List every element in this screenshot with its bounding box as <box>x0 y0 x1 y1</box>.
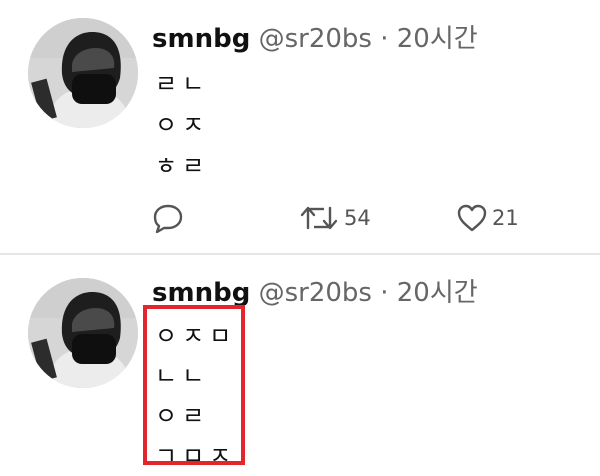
tweet-text-line: ㅇㅈ <box>155 111 210 139</box>
avatar-image <box>28 278 138 388</box>
retweet-count: 54 <box>344 206 371 230</box>
tweet[interactable]: smnbg @sr20bs · 20시간 ㄹㄴ ㅇㅈ ㅎㄹ 54 21 <box>0 0 600 246</box>
display-name[interactable]: smnbg <box>152 278 250 308</box>
tweet[interactable]: smnbg @sr20bs · 20시간 ㅇㅈㅁ ㄴㄴ ㅇㄹ ㄱㅁㅈ <box>0 258 600 471</box>
tweet-divider <box>0 253 600 255</box>
highlight-box <box>143 305 245 465</box>
like-icon <box>456 203 488 233</box>
tweet-text-line: ㄹㄴ <box>155 70 210 98</box>
user-handle[interactable]: @sr20bs <box>259 278 372 308</box>
avatar[interactable] <box>28 18 138 128</box>
meta-separator: · <box>380 278 389 308</box>
reply-button[interactable] <box>152 200 184 236</box>
retweet-button[interactable]: 54 <box>300 200 371 236</box>
timestamp[interactable]: 20시간 <box>397 278 478 308</box>
display-name[interactable]: smnbg <box>152 24 250 54</box>
avatar-image <box>28 18 138 128</box>
retweet-icon <box>300 203 340 233</box>
tweet-actions: 54 21 <box>152 200 552 236</box>
like-count: 21 <box>492 206 519 230</box>
user-handle[interactable]: @sr20bs <box>259 24 372 54</box>
meta-separator: · <box>380 24 389 54</box>
avatar[interactable] <box>28 278 138 388</box>
tweet-header: smnbg @sr20bs · 20시간 <box>152 22 478 56</box>
like-button[interactable]: 21 <box>456 200 519 236</box>
tweet-text: ㄹㄴ ㅇㅈ ㅎㄹ <box>155 64 209 187</box>
reply-icon <box>152 203 184 233</box>
timestamp[interactable]: 20시간 <box>397 24 478 54</box>
tweet-text-line: ㅎㄹ <box>155 152 210 180</box>
